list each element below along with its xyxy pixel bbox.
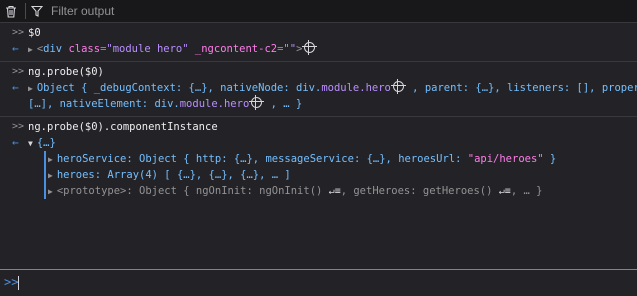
inspect-node-icon[interactable] bbox=[390, 79, 406, 94]
input-chevron-icon: >> bbox=[12, 66, 25, 77]
filter-box[interactable] bbox=[31, 0, 451, 22]
filter-output-input[interactable] bbox=[43, 4, 451, 18]
command-row: >> ng.probe($0) bbox=[0, 64, 637, 80]
property-row: ▶ <prototype>: Object { ngOnInit: ngOnIni… bbox=[0, 183, 637, 199]
property-value-end: } bbox=[543, 153, 557, 165]
command-row: >> ng.probe($0).componentInstance bbox=[0, 119, 637, 135]
console-input-row[interactable]: >> bbox=[0, 269, 637, 296]
command-row: >> $0 bbox=[0, 25, 637, 41]
inspect-node-icon[interactable] bbox=[249, 95, 265, 110]
property-row: ▶ heroService: Object { http: {…}, messag… bbox=[0, 151, 637, 167]
property-value: : Object { http: {…}, messageService: {…… bbox=[126, 153, 468, 165]
node-class[interactable]: module.hero bbox=[180, 98, 250, 110]
node-ref[interactable]: div. bbox=[154, 98, 179, 110]
console-output: >> $0 ← ▶ <div class="module hero" _ngcon… bbox=[0, 23, 637, 269]
jump-to-definition-icon[interactable]: ↵≡ bbox=[329, 186, 341, 197]
input-chevron-icon: >> bbox=[12, 27, 25, 38]
property-value: : Array(4) [ {…}, {…}, {…}, … ] bbox=[94, 169, 291, 181]
text-caret bbox=[18, 276, 19, 290]
result-row: ← ▶ Object { _debugContext: {…}, nativeNo… bbox=[0, 79, 637, 97]
object-summary[interactable]: Object { _debugContext: {…}, nativeNode: bbox=[37, 82, 296, 94]
object-summary: […], nativeElement: bbox=[28, 98, 155, 110]
attr-value: "module hero" bbox=[106, 43, 189, 55]
node-ref[interactable]: div. bbox=[296, 82, 321, 94]
result-row: ← ▶ <div class="module hero" _ngcontent-c… bbox=[0, 40, 637, 58]
trash-icon bbox=[6, 5, 16, 18]
jump-to-definition-icon[interactable]: ↵≡ bbox=[499, 186, 511, 197]
property-line: ▶ heroes: Array(4) [ {…}, {…}, {…}, … ] bbox=[48, 167, 291, 184]
command-text: ng.probe($0) bbox=[28, 66, 104, 78]
console-toolbar bbox=[0, 0, 637, 23]
property-row: ▶ heroes: Array(4) [ {…}, {…}, {…}, … ] bbox=[0, 167, 637, 183]
result-arrow-icon: ← bbox=[12, 81, 19, 94]
attr-value: "" bbox=[283, 43, 297, 55]
property-value: : Object { ngOnInit: ngOnInit() bbox=[126, 185, 329, 197]
result-arrow-icon: ← bbox=[12, 42, 19, 55]
command-text: $0 bbox=[28, 27, 41, 39]
object-summary-tail: , … } bbox=[264, 98, 303, 110]
property-key[interactable]: heroService bbox=[57, 153, 127, 165]
property-line: ▶ <prototype>: Object { ngOnInit: ngOnIni… bbox=[48, 183, 542, 200]
property-value-end: , … } bbox=[510, 185, 543, 197]
input-chevron-icon: >> bbox=[12, 121, 25, 132]
command-text: ng.probe($0).componentInstance bbox=[28, 121, 218, 133]
expand-triangle-icon[interactable]: ▶ bbox=[48, 168, 53, 184]
filter-icon bbox=[31, 5, 43, 17]
console-entry: >> ng.probe($0).componentInstance ← ▼ {…}… bbox=[0, 117, 637, 203]
collapse-triangle-icon[interactable]: ▼ bbox=[28, 136, 33, 152]
result-line: ▼ {…} bbox=[28, 135, 56, 152]
attr-name: _ngcontent-c2 bbox=[194, 43, 278, 55]
element-tag[interactable]: div bbox=[43, 43, 62, 55]
object-root[interactable]: {…} bbox=[37, 137, 56, 149]
string-value: "api/heroes" bbox=[467, 153, 544, 165]
result-line: ▶ <div class="module hero" _ngcontent-c2=… bbox=[28, 40, 318, 58]
result-row-wrap: […], nativeElement: div.module.hero , … … bbox=[0, 95, 637, 112]
clear-console-button[interactable] bbox=[0, 0, 22, 22]
expand-triangle-icon[interactable]: ▶ bbox=[28, 81, 33, 97]
expand-triangle-icon[interactable]: ▶ bbox=[48, 152, 53, 168]
object-summary-tail: , parent: {…}, listeners: [], properties bbox=[412, 82, 637, 94]
result-arrow-icon: ← bbox=[12, 136, 19, 149]
tag-close-bracket: > bbox=[296, 43, 303, 55]
expand-triangle-icon[interactable]: ▶ bbox=[48, 184, 53, 200]
node-class[interactable]: module.hero bbox=[321, 82, 391, 94]
toolbar-divider bbox=[25, 3, 26, 19]
console-entry: >> ng.probe($0) ← ▶ Object { _debugContex… bbox=[0, 62, 637, 117]
property-value: , getHeroes: getHeroes() bbox=[340, 185, 499, 197]
expand-triangle-icon[interactable]: ▶ bbox=[28, 42, 33, 58]
inspect-node-icon[interactable] bbox=[302, 40, 318, 55]
attr-name: class bbox=[68, 43, 101, 55]
property-key[interactable]: <prototype> bbox=[57, 185, 127, 197]
result-row: ← ▼ {…} bbox=[0, 135, 637, 151]
property-line: ▶ heroService: Object { http: {…}, messag… bbox=[48, 151, 556, 168]
console-entry: >> $0 ← ▶ <div class="module hero" _ngcon… bbox=[0, 23, 637, 62]
property-key[interactable]: heroes bbox=[57, 169, 95, 181]
result-line: […], nativeElement: div.module.hero , … … bbox=[28, 95, 303, 112]
prompt-icon: >> bbox=[4, 275, 19, 289]
result-line: ▶ Object { _debugContext: {…}, nativeNode… bbox=[28, 79, 637, 97]
